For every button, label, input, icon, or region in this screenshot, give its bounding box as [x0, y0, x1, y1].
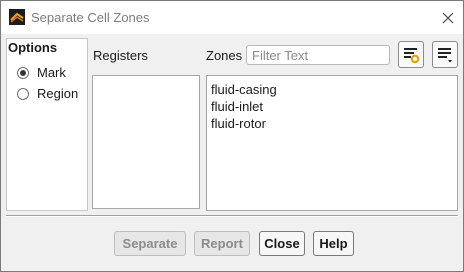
filter-text-input[interactable] [246, 45, 390, 65]
app-logo-icon [9, 9, 25, 25]
help-button[interactable]: Help [313, 231, 354, 256]
options-group [6, 38, 88, 211]
radio-region-indicator[interactable] [17, 88, 29, 100]
zones-list[interactable]: fluid-casing fluid-inlet fluid-rotor [206, 75, 458, 211]
dialog-window: Separate Cell Zones Options Mark Region … [0, 0, 464, 272]
radio-mark-label: Mark [37, 65, 66, 80]
close-button[interactable]: Close [259, 231, 305, 256]
divider [6, 215, 458, 217]
radio-region[interactable]: Region [17, 86, 97, 104]
radio-mark[interactable]: Mark [17, 65, 97, 83]
filter-sort-button[interactable] [398, 41, 424, 68]
zone-item-fluid-inlet[interactable]: fluid-inlet [207, 98, 457, 115]
filter-sort-icon [404, 48, 420, 64]
registers-list[interactable] [92, 75, 200, 209]
title-bar[interactable]: Separate Cell Zones [1, 1, 463, 34]
radio-region-label: Region [37, 86, 79, 101]
zone-item-fluid-casing[interactable]: fluid-casing [207, 81, 457, 98]
list-menu-button[interactable] [432, 41, 458, 68]
zones-label: Zones [206, 48, 243, 63]
zone-item-fluid-rotor[interactable]: fluid-rotor [207, 115, 457, 132]
report-button[interactable]: Report [194, 231, 250, 256]
registers-label: Registers [93, 48, 148, 63]
radio-mark-indicator[interactable] [17, 67, 29, 79]
separate-button[interactable]: Separate [114, 231, 186, 256]
window-title: Separate Cell Zones [31, 10, 150, 25]
list-menu-icon [438, 48, 452, 63]
close-window-icon[interactable] [437, 7, 459, 29]
options-title: Options [8, 40, 58, 55]
